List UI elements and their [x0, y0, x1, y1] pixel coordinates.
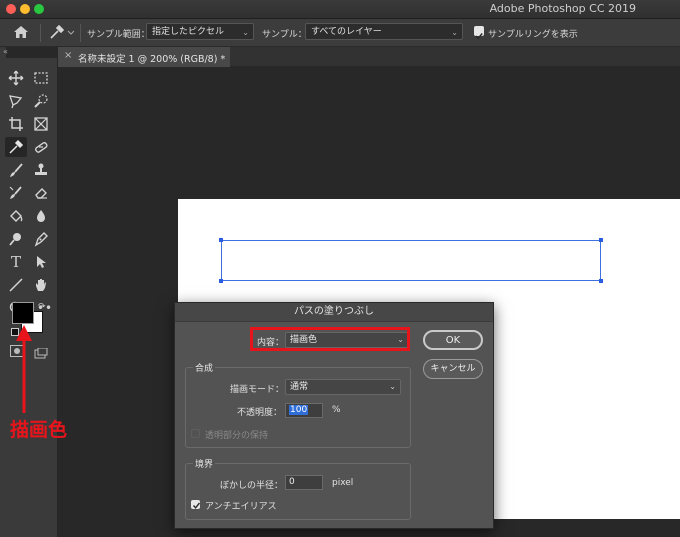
- opacity-value: 100: [289, 405, 309, 415]
- opacity-label: 不透明度：: [237, 408, 283, 418]
- rendering-group-title: 境界: [193, 457, 216, 470]
- feather-input[interactable]: 0: [285, 475, 323, 490]
- eraser-tool-icon[interactable]: [30, 183, 52, 203]
- preserve-transparency-label: 透明部分の保持: [205, 431, 269, 441]
- zoom-window-button[interactable]: [34, 4, 44, 14]
- path-select-tool-icon[interactable]: [30, 252, 52, 272]
- sample-label: サンプル：: [262, 30, 307, 40]
- eyedropper-icon: [50, 24, 75, 39]
- crop-tool-icon[interactable]: [5, 114, 27, 134]
- collapse-panel-icon[interactable]: «: [3, 47, 8, 56]
- tool-preset-picker[interactable]: [47, 23, 77, 41]
- dialog-title: パスの塗りつぶし: [175, 303, 493, 322]
- title-bar: Adobe Photoshop CC 2019: [0, 0, 680, 19]
- mode-select[interactable]: 通常 ⌄: [285, 379, 401, 395]
- sample-size-select[interactable]: 指定したピクセル ⌄: [146, 23, 254, 40]
- sample-size-value: 指定したピクセル: [152, 27, 225, 37]
- feather-unit: pixel: [332, 478, 354, 488]
- app-title: Adobe Photoshop CC 2019: [489, 2, 636, 15]
- panel-grip: [0, 58, 57, 64]
- dodge-tool-icon[interactable]: [5, 229, 27, 249]
- minimize-window-button[interactable]: [20, 4, 30, 14]
- preserve-transparency-checkbox[interactable]: [191, 429, 200, 438]
- show-ring-checkbox[interactable]: [474, 26, 484, 40]
- document-tab[interactable]: × 名称未設定 1 @ 200% (RGB/8) *: [58, 47, 230, 67]
- checkmark-icon: [475, 33, 483, 40]
- annotation-label: 描画色: [10, 419, 68, 441]
- quick-select-tool-icon[interactable]: [30, 91, 52, 111]
- pen-tool-icon[interactable]: [30, 229, 52, 249]
- antialias-label: アンチエイリアス: [205, 502, 277, 512]
- foreground-color-swatch[interactable]: [12, 302, 34, 324]
- blur-tool-icon[interactable]: [30, 206, 52, 226]
- screen-mode-icon[interactable]: [34, 345, 48, 359]
- lasso-tool-icon[interactable]: [5, 91, 27, 111]
- tab-title: 名称未設定 1 @ 200% (RGB/8) *: [78, 54, 226, 65]
- sample-size-label: サンプル範囲：: [87, 30, 150, 40]
- feather-value: 0: [289, 477, 295, 487]
- antialias-checkbox[interactable]: [191, 500, 201, 509]
- path-anchor[interactable]: [219, 279, 223, 283]
- blending-group-title: 合成: [193, 361, 216, 374]
- path-anchor[interactable]: [599, 279, 603, 283]
- frame-tool-icon[interactable]: [30, 114, 52, 134]
- tab-close-icon[interactable]: ×: [64, 50, 72, 61]
- separator: [80, 24, 81, 42]
- path-anchor[interactable]: [599, 238, 603, 242]
- cancel-button[interactable]: キャンセル: [423, 359, 483, 379]
- opacity-input[interactable]: 100: [285, 403, 323, 418]
- chevron-down-icon: ⌄: [242, 28, 249, 37]
- chevron-down-icon: ⌄: [451, 28, 458, 37]
- ok-button[interactable]: OK: [423, 330, 483, 350]
- mode-label: 描画モード：: [230, 385, 285, 395]
- type-tool-icon[interactable]: T: [5, 252, 27, 272]
- annotation-arrow: [16, 325, 32, 413]
- close-window-button[interactable]: [6, 4, 16, 14]
- opacity-unit: %: [332, 405, 341, 415]
- hand-tool-icon[interactable]: [30, 275, 52, 295]
- separator: [40, 24, 41, 42]
- eyedropper-tool-icon[interactable]: [5, 137, 27, 157]
- sample-value: すべてのレイヤー: [311, 27, 382, 37]
- mode-value: 通常: [290, 382, 309, 392]
- history-brush-tool-icon[interactable]: [5, 183, 27, 203]
- swap-colors-icon[interactable]: ↷: [38, 302, 46, 312]
- stamp-tool-icon[interactable]: [30, 160, 52, 180]
- line-tool-icon[interactable]: [5, 275, 27, 295]
- path-anchor[interactable]: [219, 238, 223, 242]
- options-bar: サンプル範囲： 指定したピクセル ⌄ サンプル： すべてのレイヤー ⌄ サンプル…: [0, 19, 680, 47]
- home-button[interactable]: [10, 23, 32, 41]
- show-ring-label: サンプルリングを表示: [488, 30, 578, 40]
- checkmark-icon: [192, 502, 201, 509]
- home-icon: [14, 26, 28, 38]
- tools-panel: T ••• ↷: [0, 58, 58, 537]
- brush-tool-icon[interactable]: [5, 160, 27, 180]
- chevron-down-icon: ⌄: [389, 382, 396, 391]
- feather-label: ぼかしの半径：: [220, 481, 284, 491]
- paint-bucket-tool-icon[interactable]: [5, 206, 27, 226]
- work-path[interactable]: [221, 240, 601, 281]
- sample-select[interactable]: すべてのレイヤー ⌄: [305, 23, 463, 40]
- annotation-highlight-box: [250, 327, 410, 351]
- move-tool-icon[interactable]: [5, 68, 27, 88]
- marquee-tool-icon[interactable]: [30, 68, 52, 88]
- healing-tool-icon[interactable]: [30, 137, 52, 157]
